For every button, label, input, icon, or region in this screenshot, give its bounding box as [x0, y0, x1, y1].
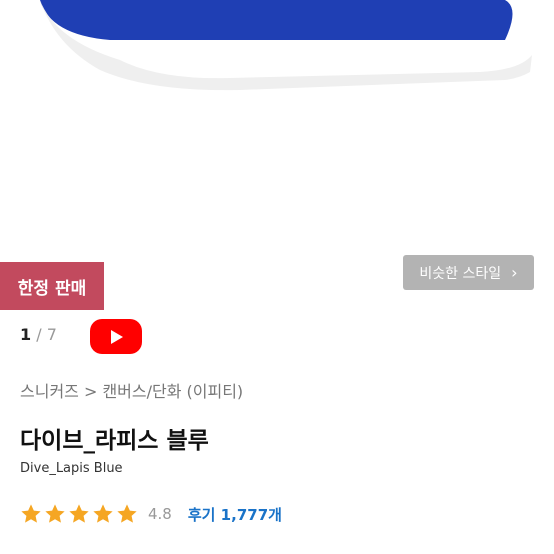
youtube-video-button[interactable]	[90, 319, 142, 354]
rating-score: 4.8	[148, 505, 172, 523]
youtube-play-icon	[111, 329, 123, 344]
pager-current: 1	[20, 325, 32, 344]
pager-separator: /	[36, 325, 42, 344]
reviews-link[interactable]: 후기 1,777개	[188, 504, 282, 525]
shoe-canvas-upper	[40, 0, 513, 40]
breadcrumb[interactable]: 스니커즈 > 캔버스/단화 (이피티)	[20, 378, 243, 402]
star-icon	[45, 504, 65, 523]
star-icon	[93, 504, 113, 523]
similar-style-label: 비슷한 스타일	[419, 265, 502, 282]
limited-sale-badge: 한정 판매	[0, 262, 104, 310]
product-subtitle: Dive_Lapis Blue	[20, 461, 123, 476]
similar-style-button[interactable]: 비슷한 스타일 ›	[403, 255, 534, 290]
rating-row: 4.8 후기 1,777개	[20, 502, 282, 526]
product-title: 다이브_라피스 블루	[20, 428, 209, 454]
image-pager: 1 / 7	[20, 325, 57, 344]
star-icon	[69, 504, 89, 523]
product-image[interactable]	[0, 0, 554, 240]
pager-total: 7	[46, 325, 57, 344]
chevron-right-icon: ›	[511, 263, 518, 282]
star-icon	[21, 504, 41, 523]
star-icon	[117, 504, 137, 523]
rating-stars	[20, 503, 138, 525]
